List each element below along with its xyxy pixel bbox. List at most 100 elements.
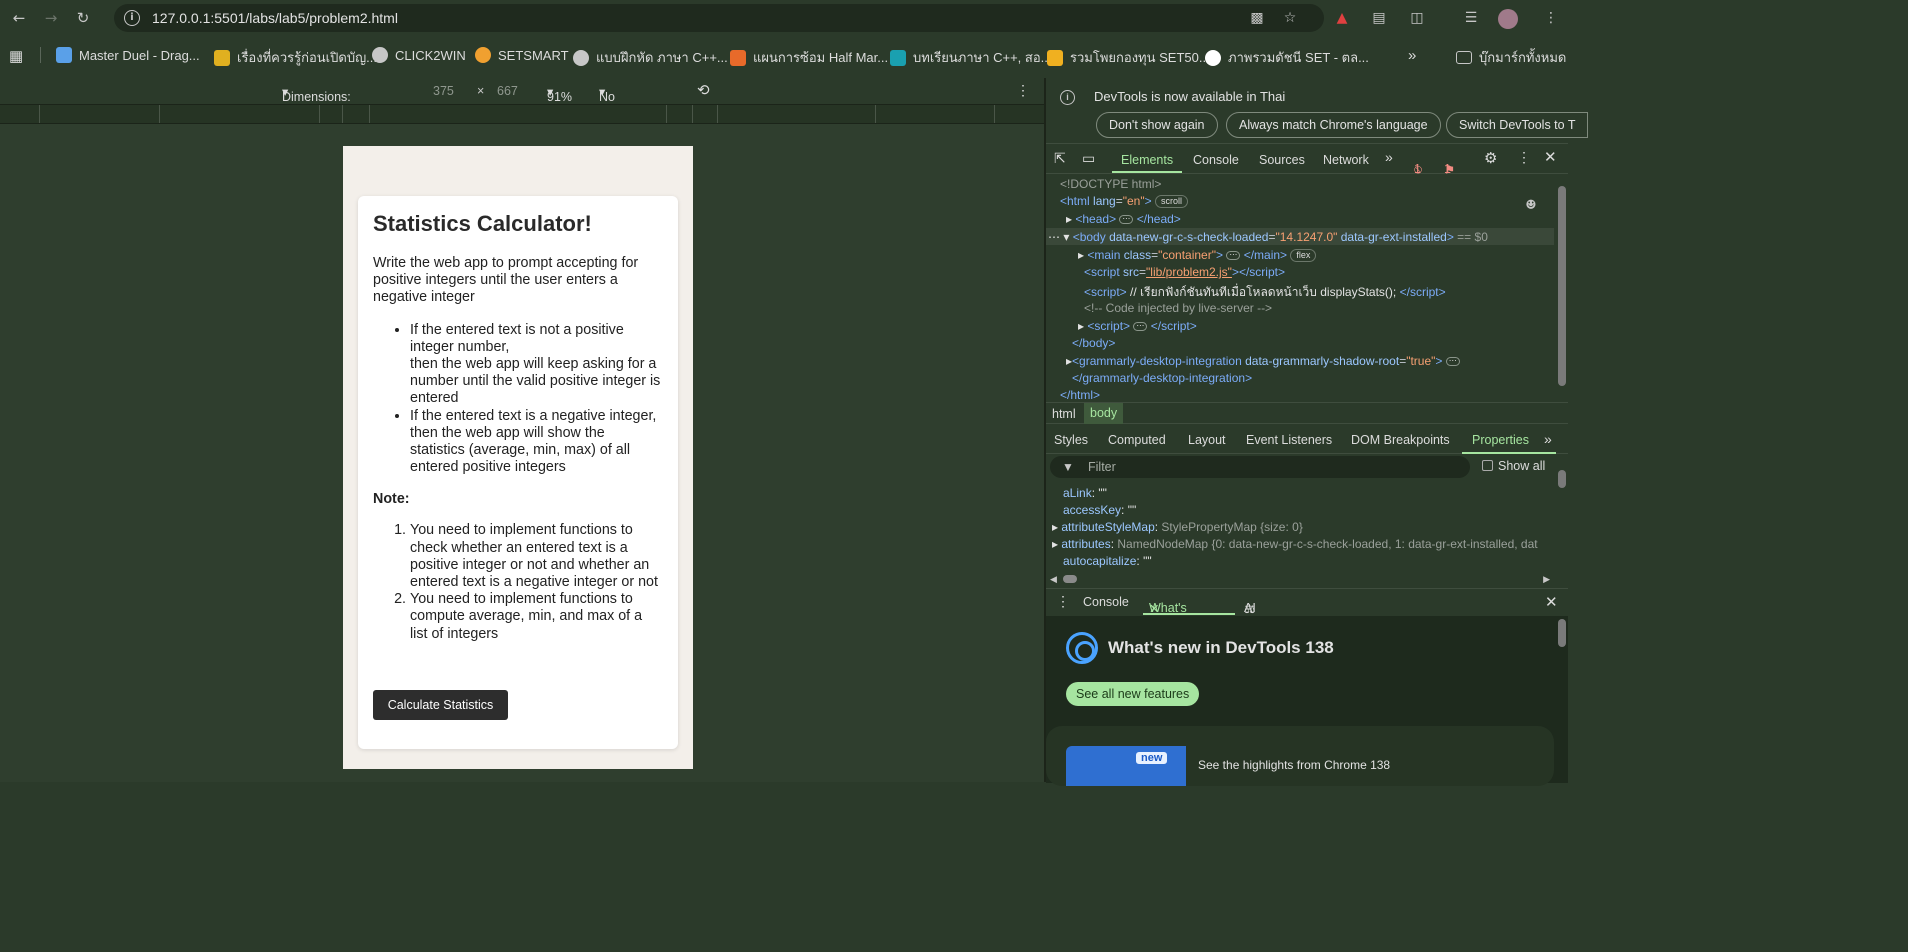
grammarly-node[interactable]: ▸<grammarly-desktop-integration data-gra…	[1066, 354, 1460, 368]
breadcrumb-html[interactable]: html	[1052, 407, 1076, 421]
property-row[interactable]: aLink: ""	[1063, 486, 1107, 500]
bookmark-item[interactable]: แบบฝึกหัด ภาษา C++...	[573, 47, 728, 68]
more-bookmarks-icon[interactable]: »	[1408, 47, 1416, 64]
horizontal-scrollbar[interactable]: ◀ ▶	[1050, 574, 1550, 584]
tab-console[interactable]: Console	[1193, 153, 1239, 167]
bookmark-item[interactable]: แผนการซ้อม Half Mar...	[730, 47, 888, 68]
container-card: Statistics Calculator! Write the web app…	[358, 196, 678, 749]
properties-filter-input[interactable]: ▼ Filter	[1050, 456, 1470, 478]
zoom-select[interactable]: 91% ▾	[547, 84, 572, 104]
close-icon[interactable]: ✕	[1544, 148, 1557, 166]
grammarly-close-node[interactable]: </grammarly-desktop-integration>	[1072, 371, 1252, 385]
tab-sources[interactable]: Sources	[1259, 153, 1305, 167]
scroll-badge[interactable]: scroll	[1154, 195, 1188, 209]
script-src-node[interactable]: <script src="lib/problem2.js"></script>	[1084, 265, 1285, 279]
bookmark-item[interactable]: รวมโพยกองทุน SET50...	[1047, 47, 1210, 68]
head-node[interactable]: ▸ <head> ⋯ </head>	[1066, 212, 1181, 226]
menu-icon[interactable]: ⋮	[1542, 9, 1560, 27]
show-all-checkbox[interactable]: Show all	[1482, 459, 1545, 473]
breadcrumb-body[interactable]: body	[1084, 403, 1124, 424]
property-row[interactable]: accessKey: ""	[1063, 503, 1136, 517]
dont-show-again-button[interactable]: Don't show again	[1096, 112, 1218, 138]
script-inline-node[interactable]: <script> // เรียกฟังก์ชันทันทีเมื่อโหลดห…	[1084, 283, 1446, 302]
banner-message: DevTools is now available in Thai	[1094, 89, 1286, 104]
tab-computed[interactable]: Computed	[1108, 433, 1166, 447]
media-query-ruler[interactable]	[0, 104, 1044, 124]
more-options-icon[interactable]: ⋮	[1016, 82, 1030, 99]
device-toggle-icon[interactable]: ▭	[1082, 150, 1095, 167]
sidebar-tabs: Styles Computed Layout Event Listeners D…	[1046, 426, 1568, 454]
html-close-node[interactable]: </html>	[1060, 388, 1100, 401]
tab-layout[interactable]: Layout	[1188, 433, 1226, 447]
more-tabs-icon[interactable]: »	[1544, 431, 1552, 447]
address-bar[interactable]: i 127.0.0.1:5501/labs/lab5/problem2.html…	[114, 4, 1324, 32]
tab-network[interactable]: Network	[1323, 153, 1369, 167]
drawer-scrollbar[interactable]	[1558, 619, 1566, 647]
dimensions-select[interactable]: Dimensions: iPhone SE ▾	[282, 84, 351, 118]
ellipsis-icon: ⋯	[1226, 251, 1241, 261]
comment-node[interactable]: <!-- Code injected by live-server -->	[1084, 301, 1272, 315]
extensions-icon[interactable]: ◫	[1408, 9, 1426, 27]
inspect-icon[interactable]: ⇱	[1054, 150, 1066, 167]
doctype-node[interactable]: <!DOCTYPE html>	[1060, 177, 1161, 191]
body-close-node[interactable]: </body>	[1072, 336, 1115, 350]
script-node[interactable]: ▸ <script> ⋯ </script>	[1078, 319, 1197, 333]
property-row[interactable]: ▸ attributes: NamedNodeMap {0: data-new-…	[1052, 537, 1538, 551]
url-text[interactable]: 127.0.0.1:5501/labs/lab5/problem2.html	[152, 10, 398, 26]
list-item: You need to implement functions to check…	[410, 522, 663, 591]
bookmark-item[interactable]: เรื่องที่ควรรู้ก่อนเปิดบัญ...	[214, 47, 377, 68]
tab-styles[interactable]: Styles	[1054, 433, 1088, 447]
close-drawer-icon[interactable]: ✕	[1545, 593, 1558, 611]
switch-language-button[interactable]: Switch DevTools to T	[1446, 112, 1589, 138]
drawer-menu-icon[interactable]: ⋮	[1056, 593, 1070, 610]
accessibility-icon[interactable]: ☻	[1526, 195, 1536, 214]
back-icon[interactable]: ←	[6, 5, 32, 31]
dom-scrollbar[interactable]	[1558, 186, 1566, 386]
property-row[interactable]: autocapitalize: ""	[1063, 554, 1152, 568]
height-input[interactable]: 667	[497, 84, 518, 98]
tab-dom-breakpoints[interactable]: DOM Breakpoints	[1351, 433, 1450, 447]
apps-grid-icon[interactable]: ▦	[9, 47, 23, 65]
site-info-icon[interactable]: i	[124, 10, 140, 26]
all-bookmarks-folder[interactable]: บุ๊กมาร์กทั้งหมด	[1456, 47, 1566, 68]
property-row[interactable]: ▸ attributeStyleMap: StylePropertyMap {s…	[1052, 520, 1303, 534]
bookmark-item[interactable]: ภาพรวมดัชนี SET - ตล...	[1205, 47, 1369, 68]
notes-list: You need to implement functions to check…	[373, 522, 663, 642]
properties-scrollbar[interactable]	[1558, 470, 1566, 488]
reload-icon[interactable]: ↻	[70, 5, 96, 31]
settings-icon[interactable]: ⚙	[1484, 149, 1497, 167]
pdf-extension-icon[interactable]: ▲	[1333, 9, 1351, 27]
bookmark-item[interactable]: SETSMART	[475, 47, 569, 63]
see-all-features-button[interactable]: See all new features	[1066, 682, 1200, 706]
flex-badge[interactable]: flex	[1290, 249, 1317, 263]
tab-event-listeners[interactable]: Event Listeners	[1246, 433, 1332, 447]
match-language-button[interactable]: Always match Chrome's language	[1226, 112, 1441, 138]
avatar[interactable]	[1498, 9, 1518, 29]
html-node[interactable]: <html lang="en"> scroll	[1060, 194, 1188, 209]
bookmark-item[interactable]: CLICK2WIN	[372, 47, 466, 63]
forward-icon[interactable]: →	[38, 5, 64, 31]
flask-icon: ⚖	[1244, 602, 1256, 616]
list-item: You need to implement functions to compu…	[410, 591, 663, 643]
main-node[interactable]: ▸ <main class="container"> ⋯ </main> fle…	[1078, 248, 1317, 263]
bookmark-item[interactable]: บทเรียนภาษา C++, สอ...	[890, 47, 1051, 68]
width-input[interactable]: 375	[433, 84, 454, 98]
tab-elements[interactable]: Elements	[1121, 153, 1173, 167]
rotate-icon[interactable]: ⟲	[697, 81, 710, 99]
drawer-tab-console[interactable]: Console	[1083, 595, 1129, 609]
media-icon[interactable]: ☰	[1462, 9, 1480, 27]
chrome-devtools-logo-icon	[1066, 632, 1098, 664]
ellipsis-icon: ⋯	[1445, 357, 1460, 367]
tab-properties[interactable]: Properties	[1472, 433, 1529, 447]
calculate-statistics-button[interactable]: Calculate Statistics	[373, 690, 508, 720]
bookmark-star-icon[interactable]: ☆	[1282, 10, 1298, 26]
more-tabs-icon[interactable]: »	[1385, 149, 1393, 165]
highlights-link[interactable]: See the highlights from Chrome 138	[1198, 758, 1390, 772]
document-extension-icon[interactable]: ▤	[1370, 9, 1388, 27]
translate-icon[interactable]: ▩	[1249, 10, 1265, 26]
bookmark-item[interactable]: Master Duel - Drag...	[56, 47, 200, 63]
checkbox-icon	[1482, 460, 1493, 471]
body-node[interactable]: ⋯ ▾ <body data-new-gr-c-s-check-loaded="…	[1048, 230, 1488, 244]
more-options-icon[interactable]: ⋮	[1517, 149, 1531, 166]
throttling-select[interactable]: No throttling ▾	[599, 84, 647, 118]
